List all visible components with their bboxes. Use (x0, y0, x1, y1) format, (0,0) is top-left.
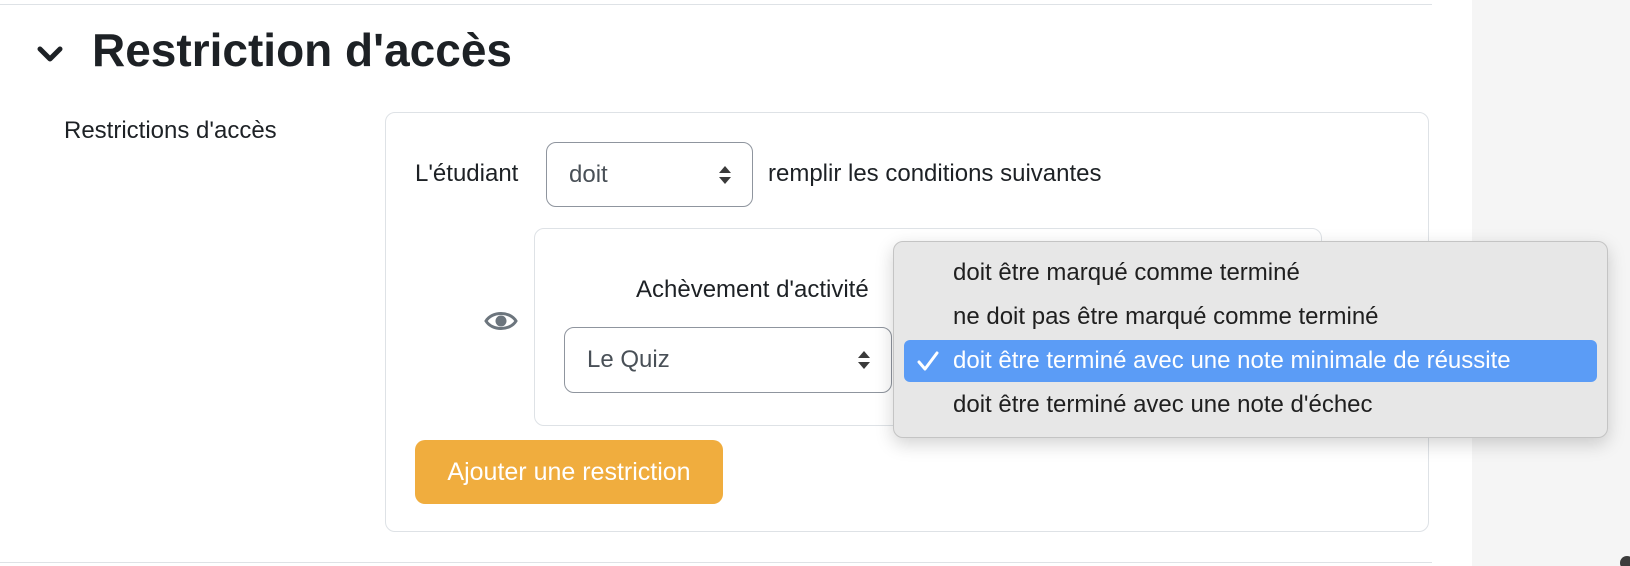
page: Restriction d'accès Restrictions d'accès… (0, 0, 1630, 566)
select-arrows-icon (858, 351, 870, 369)
dropdown-option[interactable]: doit être marqué comme terminé (904, 252, 1597, 294)
section-title: Restriction d'accès (92, 24, 512, 76)
resize-handle[interactable] (1620, 556, 1630, 566)
divider-bottom (0, 562, 1432, 563)
completion-dropdown-menu: doit être marqué comme terminé ne doit p… (893, 241, 1608, 438)
activity-select-value: Le Quiz (587, 346, 670, 373)
eye-icon[interactable] (484, 306, 518, 336)
section-collapse-toggle[interactable] (30, 34, 70, 74)
restriction-suffix: remplir les conditions suivantes (768, 160, 1102, 187)
select-arrows-icon (719, 165, 731, 184)
must-select[interactable]: doit (546, 142, 753, 207)
chevron-down-icon (37, 46, 63, 62)
activity-select[interactable]: Le Quiz (564, 327, 892, 393)
dropdown-option-label: doit être terminé avec une note d'échec (953, 391, 1373, 418)
dropdown-option-label: ne doit pas être marqué comme terminé (953, 303, 1379, 330)
dropdown-option-selected[interactable]: doit être terminé avec une note minimale… (904, 340, 1597, 382)
dropdown-option-label: doit être terminé avec une note minimale… (953, 347, 1511, 374)
condition-label: Achèvement d'activité (636, 276, 869, 303)
dropdown-option[interactable]: ne doit pas être marqué comme terminé (904, 296, 1597, 338)
must-select-value: doit (569, 160, 608, 188)
divider-top (0, 4, 1432, 5)
field-label: Restrictions d'accès (64, 117, 277, 144)
dropdown-option[interactable]: doit être terminé avec une note d'échec (904, 384, 1597, 426)
add-restriction-button[interactable]: Ajouter une restriction (415, 440, 723, 504)
restriction-prefix: L'étudiant (415, 160, 519, 187)
dropdown-option-label: doit être marqué comme terminé (953, 259, 1300, 286)
checkmark-icon (914, 340, 942, 382)
